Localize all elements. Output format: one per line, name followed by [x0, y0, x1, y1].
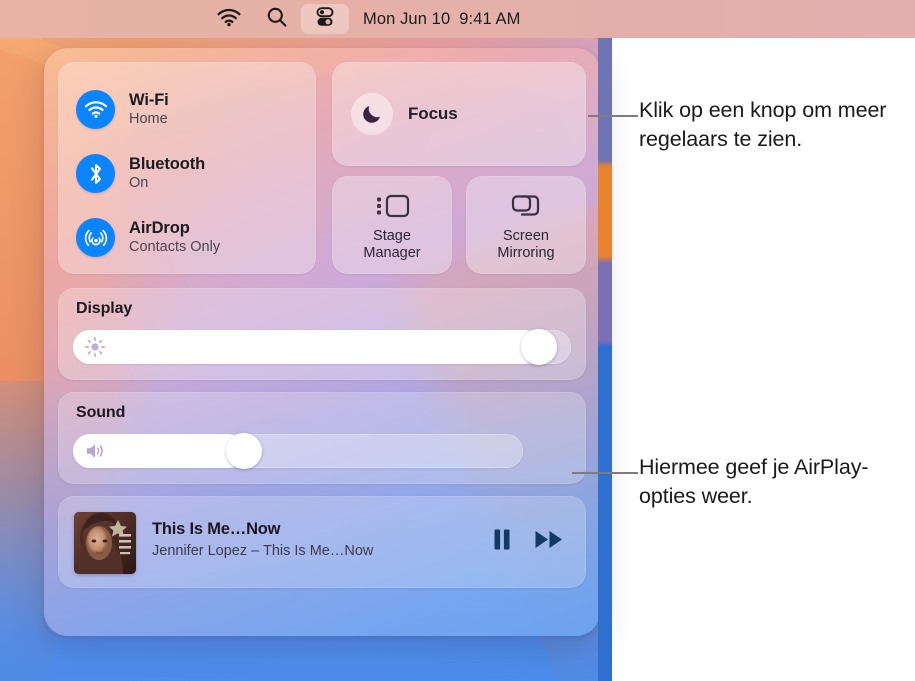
menu-bar-status-items: Mon Jun 10 9:41 AM — [205, 0, 520, 38]
bluetooth-icon[interactable] — [76, 154, 115, 193]
moon-icon — [351, 93, 393, 135]
menu-bar-spotlight-item[interactable] — [253, 4, 301, 34]
now-playing-text: This Is Me…Now Jennifer Lopez – This Is … — [152, 520, 373, 560]
brightness-icon — [84, 336, 106, 358]
now-playing-subtitle: Jennifer Lopez – This Is Me…Now — [152, 542, 374, 559]
callout-leader-line-2 — [572, 472, 638, 474]
control-center-icon — [313, 5, 337, 34]
stage-manager-label-line1: Stage — [373, 227, 411, 244]
screen-mirroring-label: Screen Mirroring — [497, 228, 554, 261]
focus-label: Focus — [408, 104, 458, 123]
fast-forward-icon[interactable] — [534, 529, 564, 556]
display-tile: Display — [58, 288, 586, 380]
menu-bar: Mon Jun 10 9:41 AM — [0, 0, 915, 38]
callout-focus-text: Klik op een knop om meer regelaars te zi… — [639, 98, 887, 151]
sound-volume-slider[interactable] — [73, 433, 523, 469]
connectivity-airdrop-title: AirDrop — [129, 218, 190, 237]
connectivity-airdrop-subtitle: Contacts Only — [129, 239, 221, 256]
connectivity-bluetooth-subtitle: On — [129, 175, 149, 192]
display-brightness-slider[interactable] — [73, 329, 571, 365]
connectivity-wifi-text: Wi-Fi Home — [129, 91, 169, 129]
screen-mirroring-icon — [509, 189, 543, 223]
clock-date: Mon Jun 10 — [363, 9, 451, 28]
sound-heading: Sound — [76, 404, 126, 421]
wifi-icon — [216, 7, 242, 32]
connectivity-tile: Wi-Fi Home Bluetooth On AirDrop Contacts… — [58, 62, 316, 274]
callout-airplay-text: Hiermee geef je AirPlay-opties weer. — [639, 455, 869, 508]
stage-manager-label: Stage Manager — [363, 228, 420, 261]
airdrop-icon[interactable] — [76, 218, 115, 257]
speaker-icon — [84, 441, 108, 461]
stage-manager-icon — [374, 189, 410, 223]
control-center-panel: Wi-Fi Home Bluetooth On AirDrop Contacts… — [44, 48, 600, 636]
connectivity-row-wifi[interactable]: Wi-Fi Home — [76, 90, 169, 129]
clock-time: 9:41 AM — [459, 9, 521, 28]
display-heading: Display — [76, 300, 133, 317]
now-playing-title: This Is Me…Now — [152, 520, 281, 538]
now-playing-tile: This Is Me…Now Jennifer Lopez – This Is … — [58, 496, 586, 588]
wifi-icon[interactable] — [76, 90, 115, 129]
sound-slider-knob[interactable] — [226, 433, 263, 469]
connectivity-bluetooth-title: Bluetooth — [129, 154, 206, 173]
pause-icon[interactable] — [492, 528, 512, 557]
stage-manager-tile[interactable]: Stage Manager — [332, 176, 452, 274]
screen-mirroring-label-line2: Mirroring — [497, 244, 555, 261]
display-slider-knob[interactable] — [521, 329, 558, 365]
connectivity-bluetooth-text: Bluetooth On — [129, 155, 205, 193]
now-playing-controls — [492, 528, 564, 557]
search-icon — [266, 6, 288, 33]
menu-bar-control-center-item[interactable] — [301, 4, 349, 34]
callout-leader-line-1 — [588, 115, 638, 117]
focus-tile-content: Focus — [351, 93, 458, 135]
screenshot-root: Mon Jun 10 9:41 AM Wi-Fi Home Bluetooth … — [0, 0, 915, 681]
connectivity-wifi-title: Wi-Fi — [129, 90, 169, 109]
wallpaper-edge-strip — [598, 38, 612, 681]
connectivity-wifi-subtitle: Home — [129, 111, 168, 128]
menu-bar-clock[interactable]: Mon Jun 10 9:41 AM — [363, 10, 520, 29]
connectivity-row-airdrop[interactable]: AirDrop Contacts Only — [76, 218, 220, 257]
screen-mirroring-tile[interactable]: Screen Mirroring — [466, 176, 586, 274]
connectivity-row-bluetooth[interactable]: Bluetooth On — [76, 154, 205, 193]
stage-manager-label-line2: Manager — [363, 244, 421, 261]
connectivity-airdrop-text: AirDrop Contacts Only — [129, 219, 220, 257]
menu-bar-wifi-item[interactable] — [205, 4, 253, 34]
sound-tile: Sound — [58, 392, 586, 484]
screen-mirroring-label-line1: Screen — [503, 227, 549, 244]
focus-tile[interactable]: Focus — [332, 62, 586, 166]
album-artwork — [74, 512, 136, 574]
display-slider-fill — [73, 330, 540, 364]
